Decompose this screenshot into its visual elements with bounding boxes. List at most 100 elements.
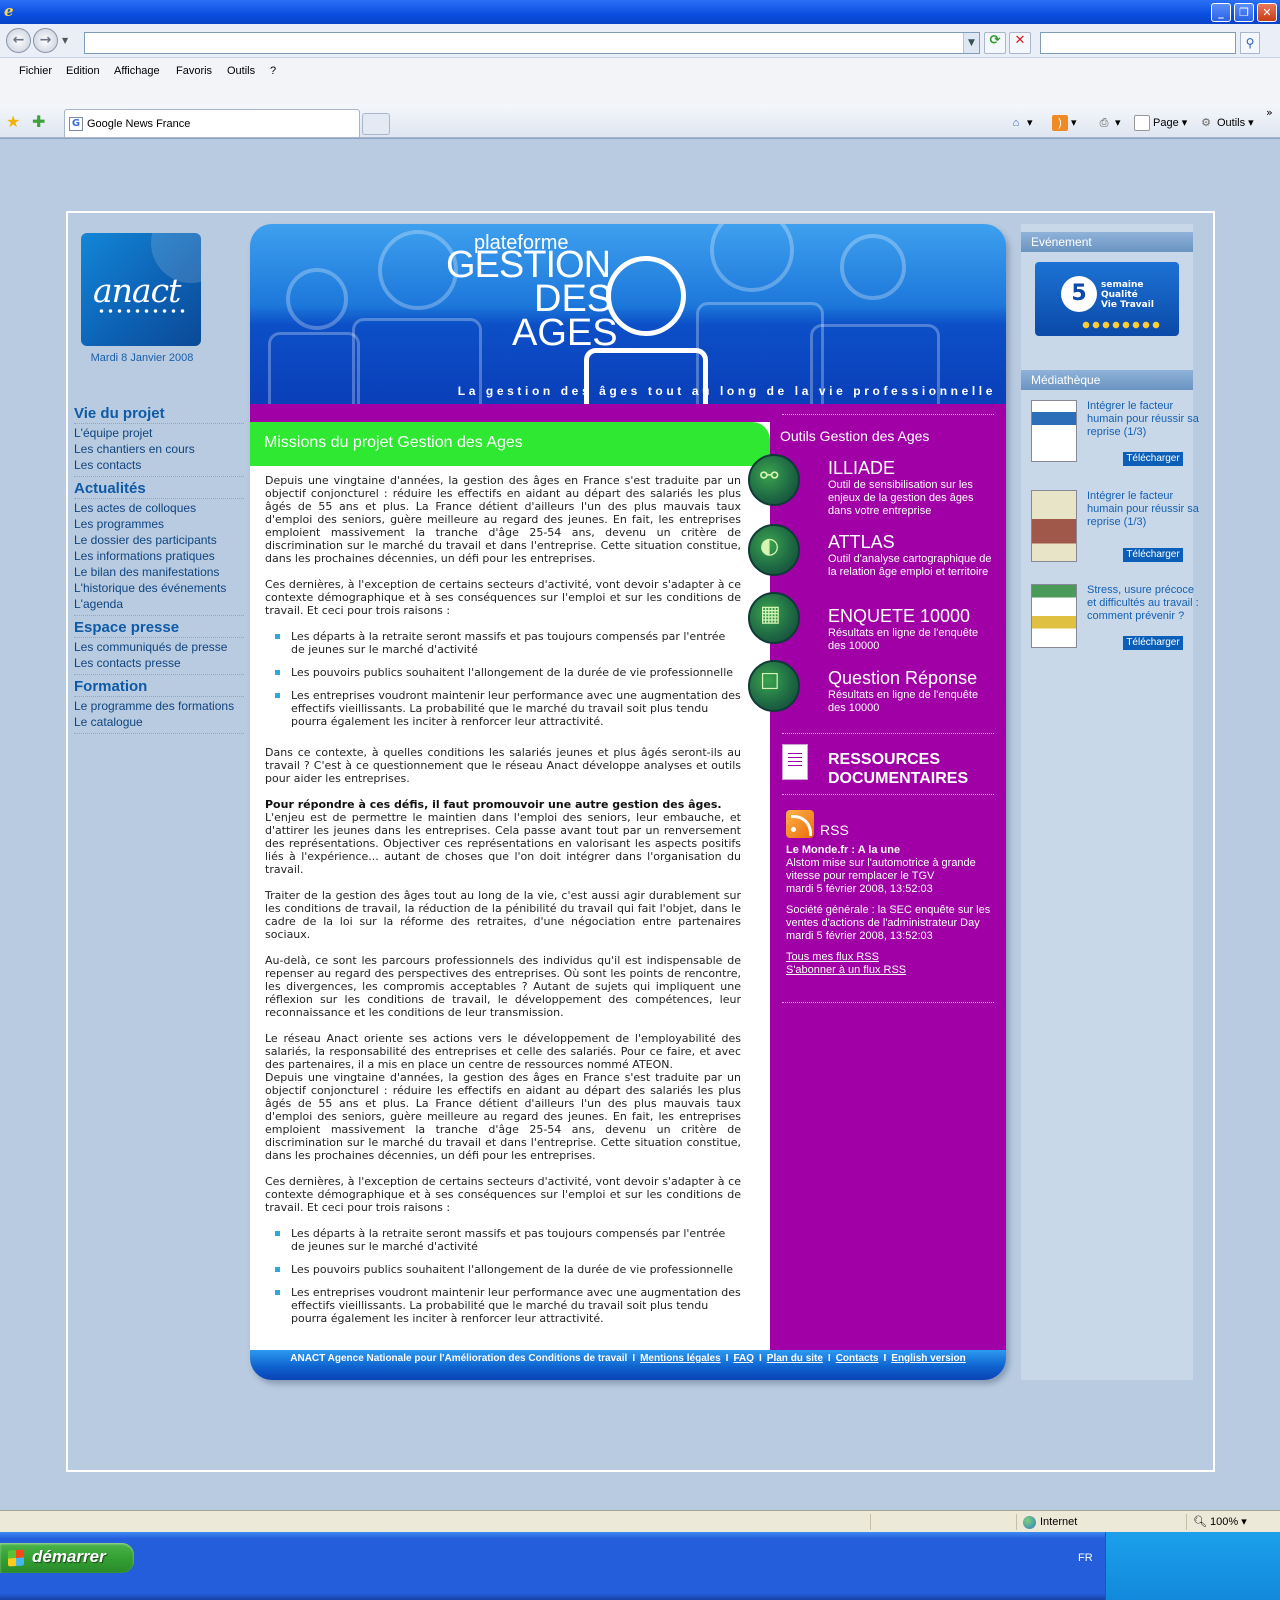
restore-button[interactable]: ❐ xyxy=(1234,3,1254,22)
nav-link-actes-colloques[interactable]: Les actes de colloques xyxy=(74,500,244,516)
event-people-decor xyxy=(1081,320,1161,330)
tool-question-reponse[interactable]: Question Réponse xyxy=(828,668,977,689)
illiade-icon[interactable]: ⚯ xyxy=(748,454,800,506)
address-bar[interactable]: ▼ xyxy=(84,32,980,54)
feeds-button[interactable]: ) ▾ xyxy=(1052,113,1077,133)
nav-link-equipe-projet[interactable]: L'équipe projet xyxy=(74,425,244,441)
status-cell xyxy=(870,1514,1020,1530)
nav-section-formation[interactable]: Formation xyxy=(74,678,244,697)
language-indicator[interactable]: FR xyxy=(1078,1552,1093,1564)
download-button[interactable]: Télécharger xyxy=(1123,548,1183,562)
nav-link-chantiers[interactable]: Les chantiers en cours xyxy=(74,441,244,457)
banner-decor-ring xyxy=(710,224,794,292)
windows-taskbar: démarrer FR xyxy=(0,1532,1280,1600)
refresh-button[interactable]: ⟳ xyxy=(984,32,1006,54)
footer-plan-du-site[interactable]: Plan du site xyxy=(767,1353,823,1364)
menu-help[interactable]: ? xyxy=(270,65,276,77)
new-tab-button[interactable] xyxy=(362,113,390,135)
tools-title: Outils Gestion des Ages xyxy=(780,428,930,444)
logo-text: anact xyxy=(93,271,181,310)
tools-menu-button[interactable]: ⚙ Outils ▾ xyxy=(1198,113,1254,133)
add-favorites-icon[interactable]: ✚ xyxy=(32,112,45,131)
chevron-more-icon[interactable]: » xyxy=(1266,106,1273,119)
divider xyxy=(782,794,994,795)
nav-group-espace-presse: Espace presse Les communiqués de presse … xyxy=(74,619,244,675)
nav-link-communiques[interactable]: Les communiqués de presse xyxy=(74,639,244,655)
banner-decor-ring xyxy=(840,234,906,300)
nav-link-programmes[interactable]: Les programmes xyxy=(74,516,244,532)
question-bubble-icon[interactable]: ☐ xyxy=(748,660,800,712)
tool-illiade[interactable]: ILLIADE xyxy=(828,458,895,479)
footer-faq[interactable]: FAQ xyxy=(733,1353,754,1364)
security-zone[interactable]: Internet xyxy=(1016,1514,1186,1530)
article-paragraph: Ces dernières, à l'exception de certains… xyxy=(265,1175,741,1214)
stop-button[interactable]: ✕ xyxy=(1009,32,1031,54)
favorites-star-icon[interactable]: ★ xyxy=(6,112,20,131)
nav-link-bilan-manifestations[interactable]: Le bilan des manifestations xyxy=(74,564,244,580)
print-button[interactable]: ⎙ ▾ xyxy=(1096,113,1121,133)
nav-link-informations-pratiques[interactable]: Les informations pratiques xyxy=(74,548,244,564)
menu-tools[interactable]: Outils xyxy=(227,65,255,77)
close-window-button[interactable]: ✕ xyxy=(1257,3,1277,22)
ressources-documentaires-link[interactable]: RESSOURCES DOCUMENTAIRES xyxy=(828,750,968,788)
media-thumbnail[interactable] xyxy=(1031,584,1077,648)
home-icon: ⌂ xyxy=(1012,117,1020,130)
home-button[interactable]: ⌂ ▾ xyxy=(1008,113,1033,133)
page-menu-button[interactable]: Page ▾ xyxy=(1134,113,1187,133)
tool-attlas[interactable]: ATTLAS xyxy=(828,532,895,553)
media-thumbnail[interactable] xyxy=(1031,490,1077,562)
footer-contacts[interactable]: Contacts xyxy=(836,1353,879,1364)
rss-all-feeds-link[interactable]: Tous mes flux RSS xyxy=(786,951,996,964)
download-button[interactable]: Télécharger xyxy=(1123,452,1183,466)
history-dropdown-icon[interactable]: ▼ xyxy=(62,36,68,45)
media-title[interactable]: Stress, usure précoce et difficultés au … xyxy=(1087,584,1199,623)
menu-view[interactable]: Affichage xyxy=(114,65,160,77)
forward-button[interactable]: → xyxy=(33,28,58,53)
start-label: démarrer xyxy=(32,1547,106,1566)
tab-google-news[interactable]: G Google News France xyxy=(64,109,360,137)
nav-link-programme-formations[interactable]: Le programme des formations xyxy=(74,698,244,714)
rss-item[interactable]: Société générale : la SEC enquête sur le… xyxy=(786,904,996,943)
nav-section-espace-presse[interactable]: Espace presse xyxy=(74,619,244,638)
download-button[interactable]: Télécharger xyxy=(1123,636,1183,650)
nav-link-agenda[interactable]: L'agenda xyxy=(74,596,244,616)
article-paragraph: Au-delà, ce sont les parcours profession… xyxy=(265,954,741,1019)
footer-english-version[interactable]: English version xyxy=(891,1353,965,1364)
start-button[interactable]: démarrer xyxy=(0,1543,134,1573)
address-dropdown-icon[interactable]: ▼ xyxy=(963,33,979,53)
rss-item-date: mardi 5 février 2008, 13:52:03 xyxy=(786,930,933,942)
minimize-button[interactable]: _ xyxy=(1211,3,1231,22)
rss-item[interactable]: Alstom mise sur l'automotrice à grande v… xyxy=(786,857,996,896)
article-bullet: Les entreprises voudront maintenir leur … xyxy=(275,689,741,728)
menu-file[interactable]: Fichier xyxy=(19,65,52,77)
nav-link-contacts[interactable]: Les contacts xyxy=(74,457,244,477)
article-paragraph: Ces dernières, à l'exception de certains… xyxy=(265,578,741,617)
tool-enquete[interactable]: ENQUETE 10000 xyxy=(828,606,970,627)
nav-link-catalogue[interactable]: Le catalogue xyxy=(74,714,244,734)
rss-item-date: mardi 5 février 2008, 13:52:03 xyxy=(786,883,933,895)
footer-mentions-legales[interactable]: Mentions légales xyxy=(640,1353,721,1364)
menu-favorites[interactable]: Favoris xyxy=(176,65,212,77)
nav-link-historique-evenements[interactable]: L'historique des événements xyxy=(74,580,244,596)
nav-link-contacts-presse[interactable]: Les contacts presse xyxy=(74,655,244,675)
media-thumbnail[interactable] xyxy=(1031,400,1077,462)
event-text: semaine Qualité Vie Travail xyxy=(1101,280,1154,310)
left-navigation: Vie du projet L'équipe projet Les chanti… xyxy=(74,405,244,737)
event-banner[interactable]: 5 semaine Qualité Vie Travail xyxy=(1035,262,1179,336)
media-title[interactable]: Intégrer le facteur humain pour réussir … xyxy=(1087,400,1199,439)
rss-icon[interactable] xyxy=(786,810,814,838)
rss-subscribe-link[interactable]: S'abonner à un flux RSS xyxy=(786,964,996,977)
article-strong: Pour répondre à ces défis, il faut promo… xyxy=(265,798,722,811)
search-input[interactable] xyxy=(1040,32,1236,54)
attlas-globe-icon[interactable]: ◐ xyxy=(748,524,800,576)
anact-logo[interactable]: anact xyxy=(81,233,201,346)
menu-edit[interactable]: Edition xyxy=(66,65,100,77)
nav-section-vie-du-projet[interactable]: Vie du projet xyxy=(74,405,244,424)
nav-link-dossier-participants[interactable]: Le dossier des participants xyxy=(74,532,244,548)
search-icon[interactable]: ⚲ xyxy=(1240,32,1260,54)
enquete-chart-icon[interactable]: ▦ xyxy=(748,592,800,644)
back-button[interactable]: ← xyxy=(6,28,31,53)
media-title[interactable]: Intégrer le facteur humain pour réussir … xyxy=(1087,490,1199,529)
nav-section-actualites[interactable]: Actualités xyxy=(74,480,244,499)
zoom-level[interactable]: 🔍︎ 100% ▾ xyxy=(1186,1514,1276,1530)
